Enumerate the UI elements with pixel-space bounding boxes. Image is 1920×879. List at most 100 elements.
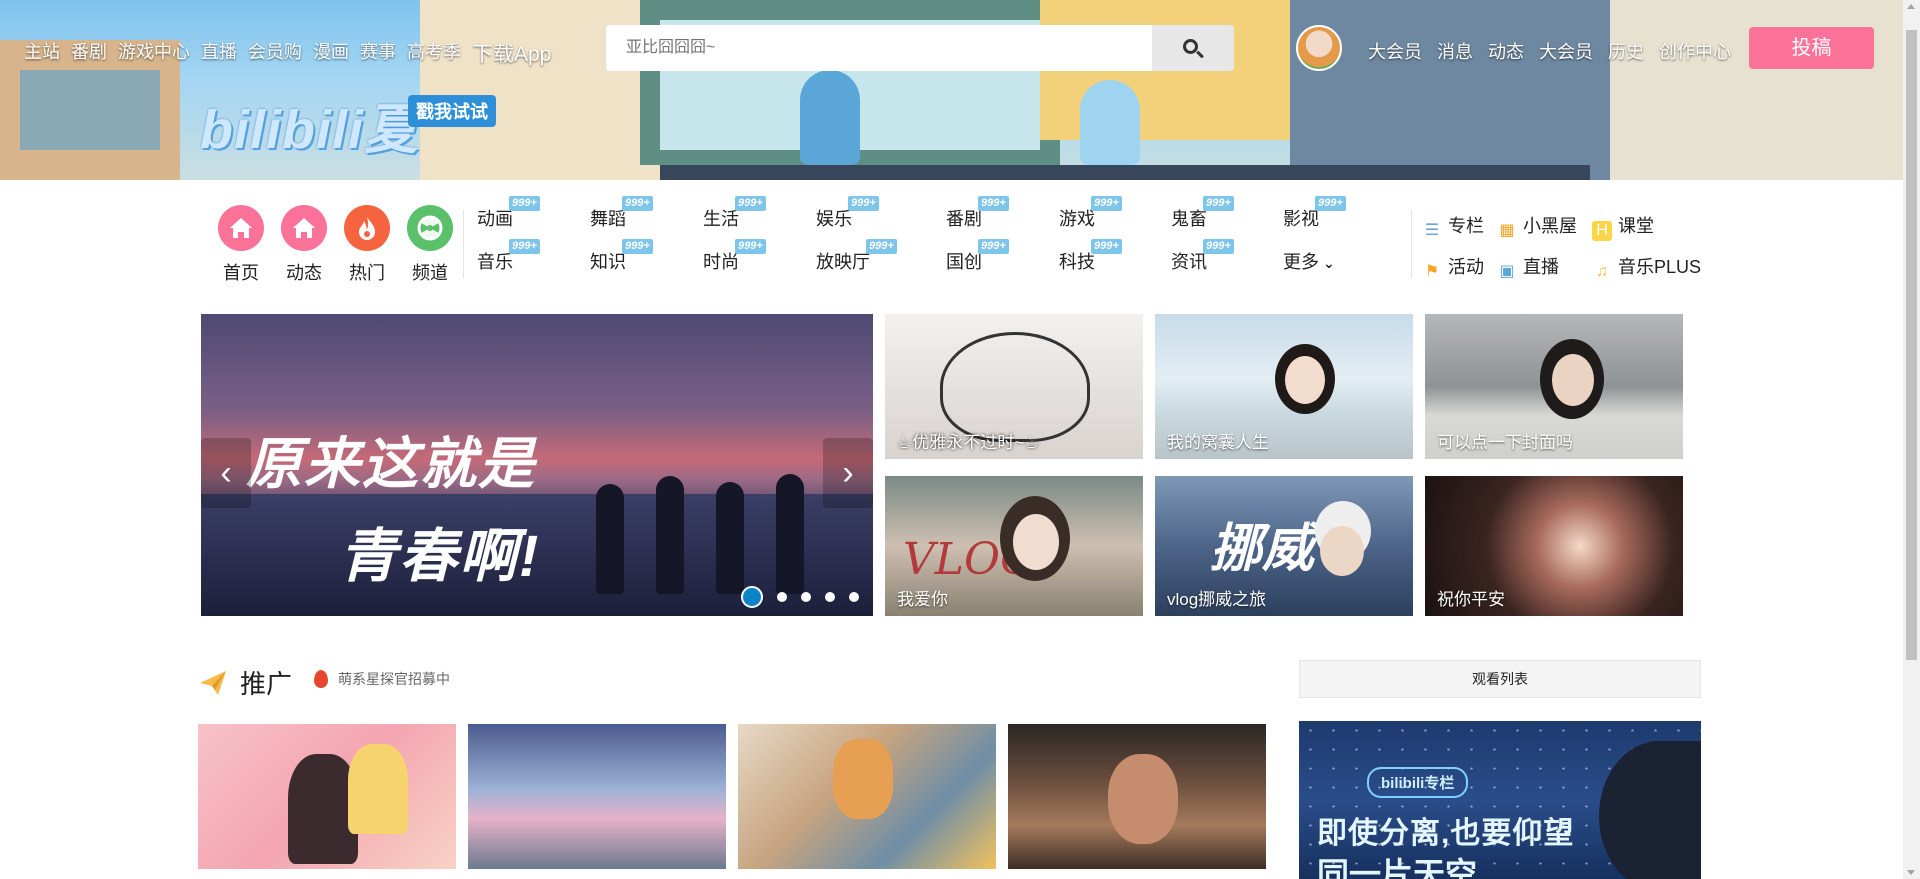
- nav-link-creator-center[interactable]: 创作中心: [1659, 38, 1731, 64]
- extra-music-plus[interactable]: ♫ 音乐PLUS: [1592, 253, 1701, 282]
- watch-list-button[interactable]: 观看列表: [1299, 660, 1701, 698]
- nav-link-live[interactable]: 直播: [201, 38, 237, 68]
- carousel-dot[interactable]: [777, 592, 787, 602]
- nav-link-vip-2[interactable]: 大会员: [1539, 38, 1593, 64]
- side-ad-banner[interactable]: bilibili专栏 即使分离,也要仰望 同一片天空: [1299, 721, 1701, 879]
- top-nav: 主站 番剧 游戏中心 直播 会员购 漫画 赛事 高考季 下载App 大会员 消息…: [0, 0, 1903, 100]
- category-music[interactable]: 音乐 999+: [477, 239, 540, 274]
- count-badge: 999+: [978, 239, 1009, 254]
- ad-pill: bilibili专栏: [1367, 767, 1469, 798]
- thumbnail-figure: [1013, 514, 1059, 570]
- extra-label: 课堂: [1618, 216, 1654, 236]
- nav-link-main[interactable]: 主站: [24, 38, 60, 68]
- nav-link-history[interactable]: 历史: [1608, 38, 1644, 64]
- category-label: 影视: [1283, 209, 1319, 229]
- category-fashion[interactable]: 时尚 999+: [703, 239, 766, 274]
- quick-item-label: 热门: [349, 263, 385, 283]
- silhouette: [656, 476, 684, 594]
- scrollbar-thumb[interactable]: [1906, 30, 1917, 660]
- promo-subtitle[interactable]: 萌系星探官招募中: [314, 669, 450, 689]
- nav-link-gaokao[interactable]: 高考季: [407, 38, 461, 68]
- nav-link-dynamic[interactable]: 动态: [1488, 38, 1524, 64]
- extra-label: 活动: [1448, 257, 1484, 277]
- thumbnail-sketch: [940, 332, 1090, 442]
- category-life[interactable]: 生活 999+: [703, 196, 766, 231]
- promo-card[interactable]: [468, 724, 726, 869]
- ad-line-1: 即使分离,也要仰望: [1317, 817, 1575, 850]
- category-label: 音乐: [477, 252, 513, 272]
- nav-link-download-app[interactable]: 下载App: [472, 38, 551, 68]
- carousel[interactable]: 原来这就是 青春啊! ‹ ›: [201, 314, 873, 616]
- video-card[interactable]: 可以点一下封面吗: [1425, 314, 1683, 459]
- video-card[interactable]: 祝你平安: [1425, 476, 1683, 616]
- divider: [1411, 210, 1412, 278]
- search-button[interactable]: [1152, 25, 1234, 71]
- extra-activity[interactable]: ⚑ 活动: [1422, 253, 1484, 282]
- extra-blackroom[interactable]: ▦ 小黑屋: [1497, 212, 1577, 241]
- nav-link-messages[interactable]: 消息: [1437, 38, 1473, 64]
- extra-classroom[interactable]: H 课堂: [1592, 212, 1654, 241]
- video-card[interactable]: 挪威 vlog挪威之旅: [1155, 476, 1413, 616]
- category-anime[interactable]: 动画 999+: [477, 196, 540, 231]
- chevron-down-icon: ⌄: [1323, 255, 1335, 271]
- nav-link-anime[interactable]: 番剧: [71, 38, 107, 68]
- scroll-down-icon[interactable]: [1907, 870, 1915, 875]
- extra-column[interactable]: ☰ 专栏: [1422, 212, 1484, 241]
- carousel-prev-button[interactable]: ‹: [201, 438, 251, 508]
- category-kichiku[interactable]: 鬼畜 999+: [1171, 196, 1234, 231]
- category-label: 知识: [590, 252, 626, 272]
- extra-live[interactable]: ▣ 直播: [1497, 253, 1559, 282]
- paper-plane-icon: [200, 670, 226, 695]
- carousel-next-button[interactable]: ›: [823, 438, 873, 508]
- video-title: 可以点一下封面吗: [1437, 433, 1573, 452]
- category-game[interactable]: 游戏 999+: [1059, 196, 1122, 231]
- flame-icon: [314, 670, 328, 688]
- category-knowledge[interactable]: 知识 999+: [590, 239, 653, 274]
- nav-link-mall[interactable]: 会员购: [248, 38, 302, 68]
- category-label: 时尚: [703, 252, 739, 272]
- carousel-dot[interactable]: [801, 592, 811, 602]
- quick-item-channel[interactable]: 频道: [399, 205, 461, 285]
- video-card[interactable]: 我的窝囊人生: [1155, 314, 1413, 459]
- category-film[interactable]: 影视 999+: [1283, 196, 1346, 231]
- quick-item-hot[interactable]: 热门: [336, 205, 398, 285]
- promo-card[interactable]: [1008, 724, 1266, 869]
- category-label: 放映厅: [816, 252, 870, 272]
- category-cinema[interactable]: 放映厅 999+: [816, 239, 897, 274]
- upload-button[interactable]: 投稿: [1749, 27, 1874, 69]
- category-news[interactable]: 资讯 999+: [1171, 239, 1234, 274]
- category-label: 番剧: [946, 209, 982, 229]
- carousel-dot[interactable]: [825, 592, 835, 602]
- count-badge: 999+: [978, 196, 1009, 211]
- carousel-dot[interactable]: [849, 592, 859, 602]
- category-guochuang[interactable]: 国创 999+: [946, 239, 1009, 274]
- user-avatar[interactable]: [1296, 25, 1342, 71]
- page-scrollbar[interactable]: [1903, 0, 1920, 879]
- flame-icon: [344, 205, 390, 251]
- nav-link-manga[interactable]: 漫画: [313, 38, 349, 68]
- category-tech[interactable]: 科技 999+: [1059, 239, 1122, 274]
- video-title: 我爱你: [897, 590, 948, 609]
- category-bangumi[interactable]: 番剧 999+: [946, 196, 1009, 231]
- quick-item-home[interactable]: 首页: [210, 205, 272, 285]
- promo-card[interactable]: [198, 724, 456, 869]
- home-icon: [281, 205, 327, 251]
- section-title-promo: 推广: [198, 664, 292, 701]
- video-card[interactable]: VLOG 我爱你: [885, 476, 1143, 616]
- quick-item-dynamic[interactable]: 动态: [273, 205, 335, 285]
- scroll-up-icon[interactable]: [1907, 4, 1915, 9]
- nav-link-game-center[interactable]: 游戏中心: [118, 38, 190, 68]
- thumbnail-figure: [1320, 526, 1364, 576]
- search-input[interactable]: [606, 25, 1151, 71]
- nav-link-esports[interactable]: 赛事: [360, 38, 396, 68]
- promo-card[interactable]: [738, 724, 996, 869]
- video-card[interactable]: ☕优雅永不过时~☕: [885, 314, 1143, 459]
- carousel-dot-active[interactable]: [741, 586, 763, 608]
- count-badge: 999+: [622, 196, 653, 211]
- nav-link-vip[interactable]: 大会员: [1368, 38, 1422, 64]
- category-more[interactable]: 更多 ⌄: [1283, 248, 1335, 274]
- category-ent[interactable]: 娱乐 999+: [816, 196, 879, 231]
- section-title-text: 推广: [240, 669, 293, 699]
- category-dance[interactable]: 舞蹈 999+: [590, 196, 653, 231]
- quick-item-label: 频道: [412, 263, 448, 283]
